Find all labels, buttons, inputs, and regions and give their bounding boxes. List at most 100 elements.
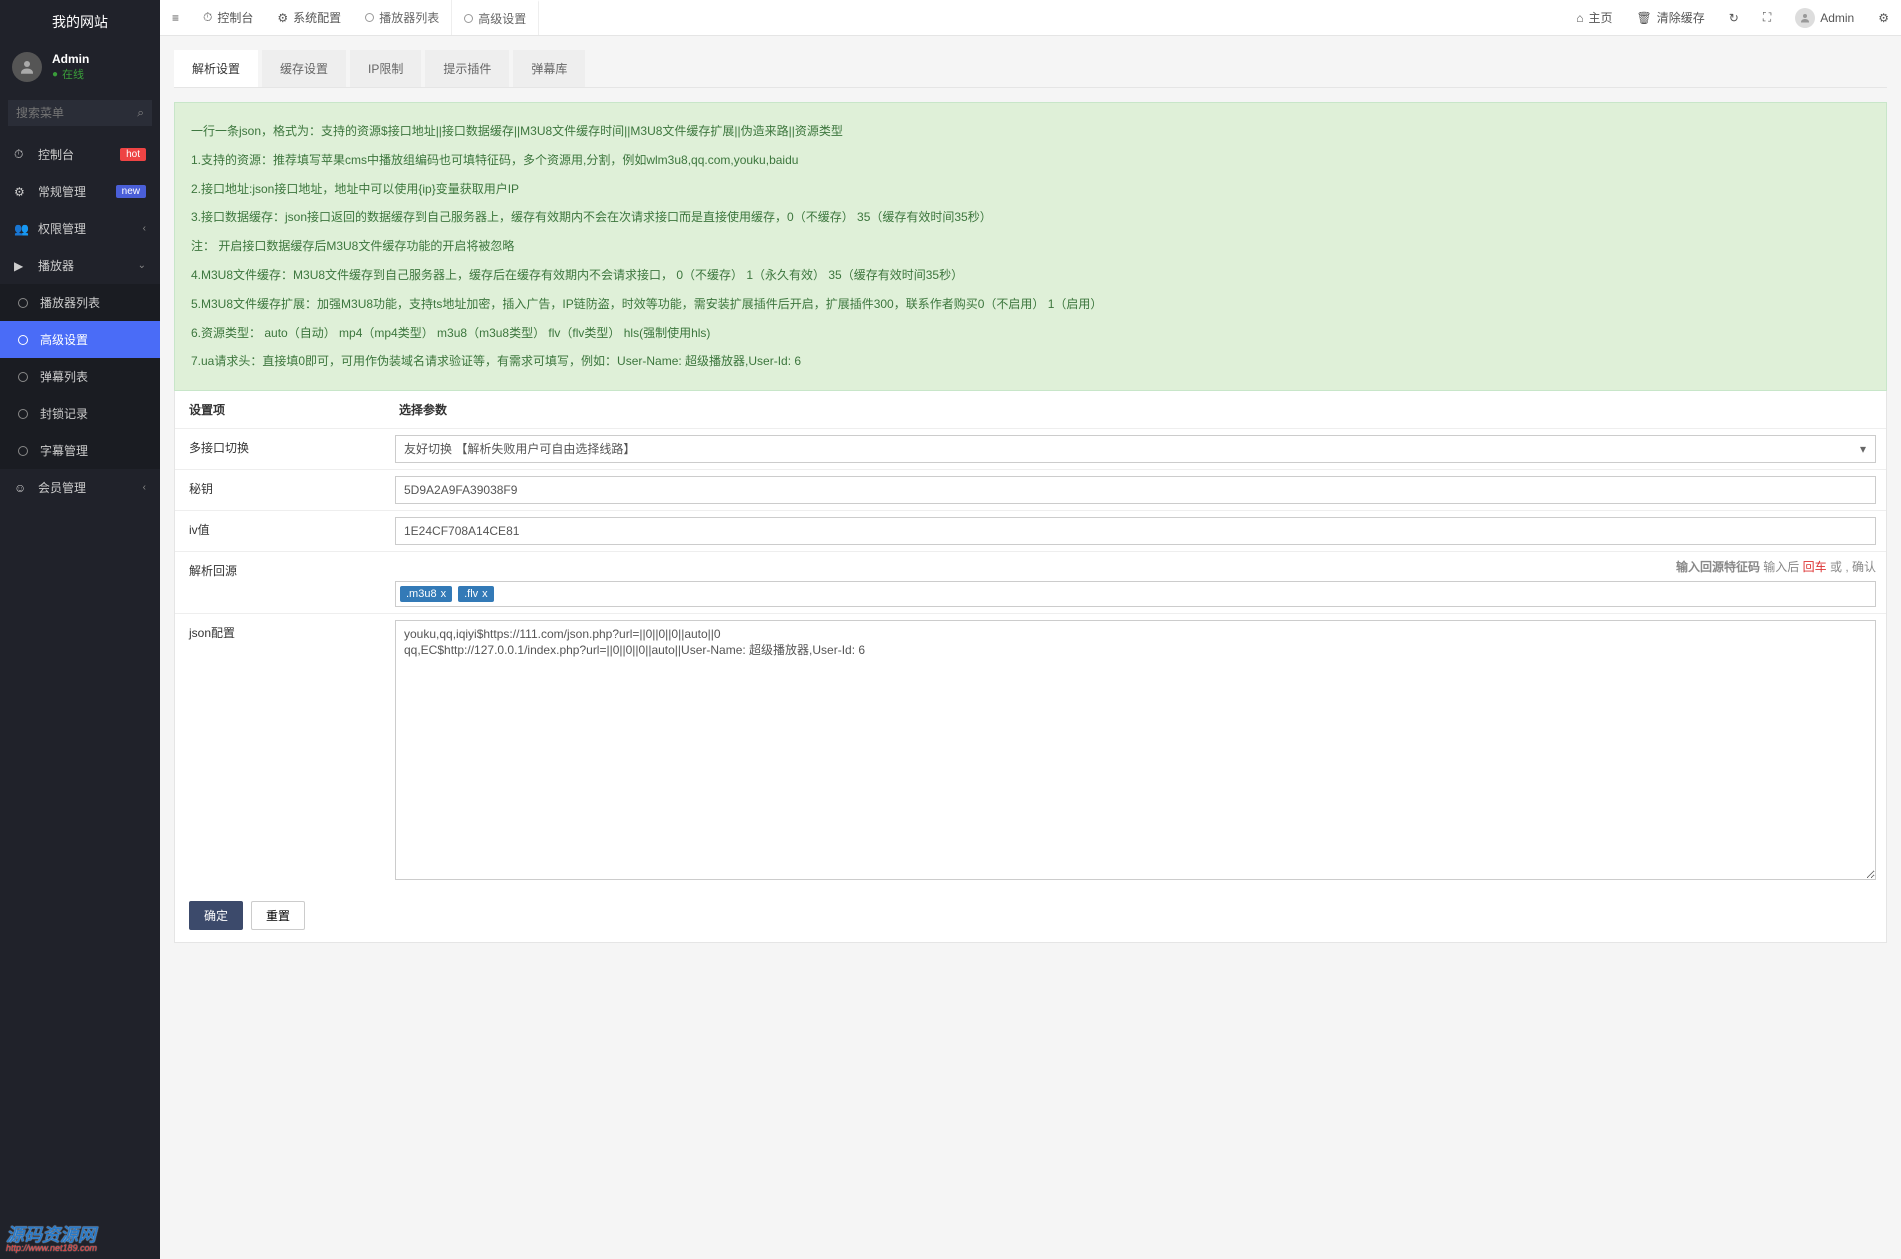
- ring-icon: [464, 14, 473, 23]
- hint-red: 回车: [1803, 560, 1827, 574]
- chevron-down-icon: ⌄: [138, 260, 146, 271]
- hint-text: 输入回源特征码: [1676, 560, 1763, 574]
- search-icon[interactable]: ⌕: [137, 106, 144, 121]
- col-header-param: 选择参数: [385, 391, 1886, 428]
- sidebar-sub-blocklog[interactable]: 封锁记录: [0, 395, 160, 432]
- topbar-label: Admin: [1820, 11, 1854, 25]
- row-json: json配置: [175, 613, 1886, 889]
- gear-icon: ⚙: [277, 11, 288, 25]
- tab-label: 播放器列表: [379, 9, 439, 26]
- search-input[interactable]: [8, 100, 152, 126]
- topbar-settings[interactable]: ⚙: [1866, 0, 1901, 35]
- site-title: 我的网站: [0, 0, 160, 44]
- help-alert: 一行一条json，格式为：支持的资源$接口地址||接口数据缓存||M3U8文件缓…: [174, 102, 1887, 391]
- tab-advanced[interactable]: 高级设置: [452, 0, 539, 35]
- alert-line: 6.资源类型： auto（自动） mp4（mp4类型） m3u8（m3u8类型）…: [191, 319, 1870, 348]
- gear-icon: ⚙: [1878, 11, 1889, 25]
- sidebar-label: 控制台: [38, 146, 120, 163]
- settings-form: 设置项 选择参数 多接口切换 友好切换 【解析失败用户可自由选择线路】 秘钥: [174, 391, 1887, 943]
- avatar[interactable]: [12, 52, 42, 82]
- input-secret[interactable]: [395, 476, 1876, 504]
- sidebar-label: 字幕管理: [40, 442, 146, 459]
- sidebar-sub-advanced[interactable]: 高级设置: [0, 321, 160, 358]
- tab-label: 高级设置: [478, 10, 526, 27]
- user-info: Admin 在线: [52, 52, 89, 82]
- refresh-icon: ↻: [1729, 11, 1739, 25]
- topbar-label: 主页: [1588, 9, 1612, 26]
- topbar-user[interactable]: Admin: [1783, 0, 1866, 35]
- sidebar-label: 会员管理: [38, 479, 143, 496]
- topbar-spacer: [539, 0, 1564, 35]
- sidebar-nav: ⏱ 控制台 hot ⚙ 常规管理 new 👥 权限管理 ‹ ▶ 播放器 ⌄: [0, 136, 160, 506]
- label-json: json配置: [175, 614, 385, 889]
- select-switch[interactable]: 友好切换 【解析失败用户可自由选择线路】: [395, 435, 1876, 463]
- tab-playerlist[interactable]: 播放器列表: [353, 0, 452, 35]
- alert-line: 5.M3U8文件缓存扩展：加强M3U8功能，支持ts地址加密，插入广告，IP链防…: [191, 290, 1870, 319]
- sidebar-item-permission[interactable]: 👥 权限管理 ‹: [0, 210, 160, 247]
- sidebar-sub-playerlist[interactable]: 播放器列表: [0, 284, 160, 321]
- ok-button[interactable]: 确定: [189, 901, 243, 930]
- form-header: 设置项 选择参数: [175, 391, 1886, 428]
- origin-tag-input[interactable]: .m3u8x .flvx: [395, 581, 1876, 607]
- content-tabs: 解析设置 缓存设置 IP限制 提示插件 弹幕库: [174, 50, 1887, 88]
- label-origin: 解析回源: [175, 552, 385, 613]
- topbar-left: ≡ ⏱ 控制台 ⚙ 系统配置 播放器列表 高级设置: [160, 0, 539, 35]
- sidebar-label: 播放器: [38, 257, 138, 274]
- close-icon[interactable]: x: [482, 588, 488, 600]
- row-secret: 秘钥: [175, 469, 1886, 510]
- close-icon[interactable]: x: [441, 588, 447, 600]
- tab-cache[interactable]: 缓存设置: [262, 50, 346, 87]
- sidebar-item-member[interactable]: ☺ 会员管理 ‹: [0, 469, 160, 506]
- topbar-fullscreen[interactable]: ⛶: [1751, 0, 1783, 35]
- gear-icon: ⚙: [14, 185, 28, 199]
- trash-icon: 🗑: [1637, 11, 1652, 25]
- sidebar-label: 常规管理: [38, 183, 116, 200]
- label-iv: iv值: [175, 511, 385, 551]
- dashboard-icon: ⏱: [203, 10, 212, 25]
- ring-icon: [18, 335, 28, 345]
- ring-icon: [18, 409, 28, 419]
- row-origin: 解析回源 输入回源特征码 输入后 回车 或 , 确认 .m3u8x .flvx: [175, 551, 1886, 613]
- topbar-home[interactable]: ⌂ 主页: [1564, 0, 1624, 35]
- alert-line: 4.M3U8文件缓存：M3U8文件缓存到自己服务器上，缓存后在缓存有效期内不会请…: [191, 261, 1870, 290]
- sidebar-label: 弹幕列表: [40, 368, 146, 385]
- topbar-label: 清除缓存: [1657, 9, 1705, 26]
- topbar-refresh[interactable]: ↻: [1717, 0, 1751, 35]
- input-iv[interactable]: [395, 517, 1876, 545]
- topbar-label: 控制台: [217, 9, 253, 26]
- hint-text: 或 , 确认: [1827, 560, 1876, 574]
- home-icon: ⌂: [1576, 11, 1583, 25]
- row-switch: 多接口切换 友好切换 【解析失败用户可自由选择线路】: [175, 428, 1886, 469]
- topbar-console[interactable]: ⏱ 控制台: [191, 0, 265, 35]
- sidebar-sub-subtitle[interactable]: 字幕管理: [0, 432, 160, 469]
- sidebar-sub-danmu[interactable]: 弹幕列表: [0, 358, 160, 395]
- tab-parse[interactable]: 解析设置: [174, 50, 258, 87]
- topbar-right: ⌂ 主页 🗑 清除缓存 ↻ ⛶ Admin ⚙: [1564, 0, 1901, 35]
- tag-flv[interactable]: .flvx: [458, 586, 494, 602]
- menu-toggle[interactable]: ≡: [160, 0, 191, 35]
- chevron-left-icon: ‹: [143, 482, 146, 493]
- play-icon: ▶: [14, 259, 28, 273]
- ring-icon: [365, 13, 374, 22]
- sidebar-item-player[interactable]: ▶ 播放器 ⌄: [0, 247, 160, 284]
- topbar-clearcache[interactable]: 🗑 清除缓存: [1625, 0, 1717, 35]
- tab-iplimit[interactable]: IP限制: [350, 50, 421, 87]
- sidebar-item-console[interactable]: ⏱ 控制台 hot: [0, 136, 160, 173]
- alert-line: 一行一条json，格式为：支持的资源$接口地址||接口数据缓存||M3U8文件缓…: [191, 117, 1870, 146]
- user-status: 在线: [52, 66, 89, 82]
- sidebar-search: ⌕: [8, 100, 152, 126]
- avatar-icon: [1795, 8, 1815, 28]
- tab-hint[interactable]: 提示插件: [425, 50, 509, 87]
- sidebar-item-general[interactable]: ⚙ 常规管理 new: [0, 173, 160, 210]
- topbar-sysconfig[interactable]: ⚙ 系统配置: [265, 0, 353, 35]
- label-switch: 多接口切换: [175, 429, 385, 469]
- origin-tags: .m3u8x .flvx: [400, 586, 1871, 602]
- sidebar-label: 播放器列表: [40, 294, 146, 311]
- tag-m3u8[interactable]: .m3u8x: [400, 586, 452, 602]
- textarea-json[interactable]: [395, 620, 1876, 880]
- reset-button[interactable]: 重置: [251, 901, 305, 930]
- badge-hot: hot: [120, 148, 146, 161]
- alert-line: 2.接口地址:json接口地址，地址中可以使用{ip}变量获取用户IP: [191, 175, 1870, 204]
- origin-hint: 输入回源特征码 输入后 回车 或 , 确认: [395, 558, 1876, 575]
- tab-danmulib[interactable]: 弹幕库: [513, 50, 585, 87]
